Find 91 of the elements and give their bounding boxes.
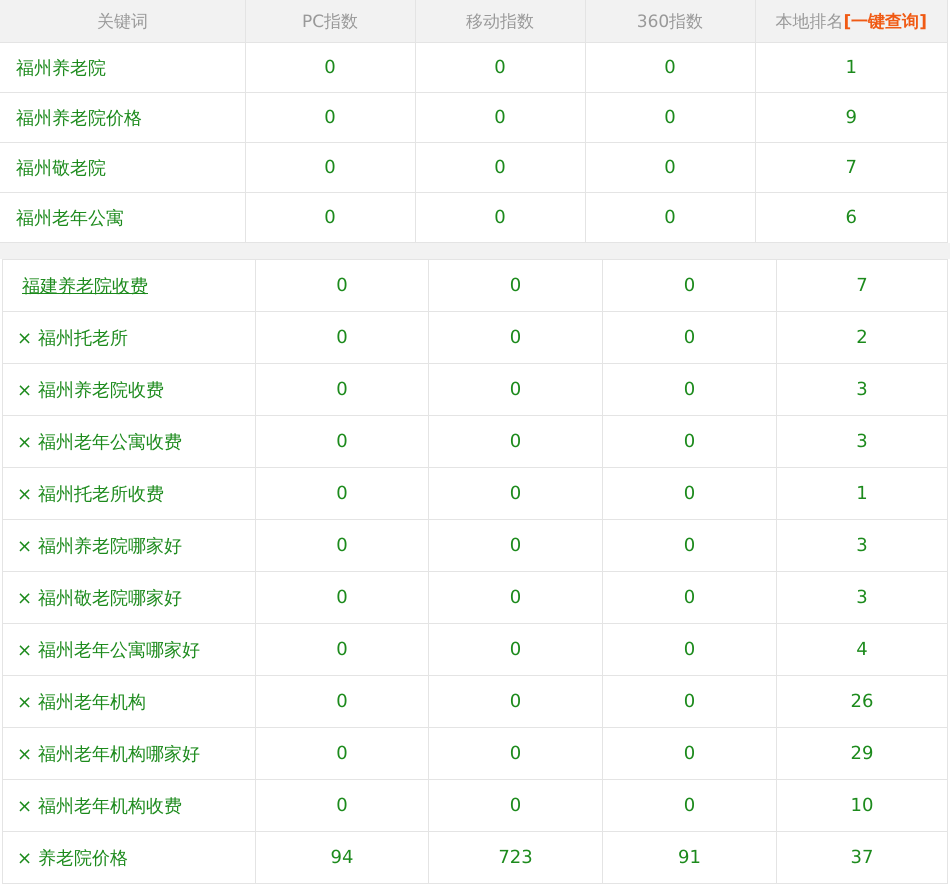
remove-icon[interactable]: ×	[17, 692, 32, 712]
column-header: 本地排名	[775, 12, 844, 32]
keyword-text: 福州托老所收费	[38, 482, 164, 506]
remove-icon[interactable]: ×	[17, 380, 32, 400]
remove-icon[interactable]: ×	[17, 432, 32, 452]
mobile-index-cell: 723	[428, 832, 602, 884]
keyword-text: 福州老年机构哪家好	[38, 742, 200, 766]
360-index-cell: 91	[602, 832, 776, 884]
local-rank-cell: 1	[755, 42, 948, 92]
remove-icon[interactable]: ×	[17, 484, 32, 504]
360-index-cell: 0	[602, 312, 776, 364]
360-index-cell: 0	[602, 780, 776, 832]
mobile-index-cell: 0	[415, 92, 585, 142]
local-rank-cell: 9	[755, 92, 948, 142]
mobile-index-cell: 0	[428, 468, 602, 520]
360-index-cell: 0	[602, 520, 776, 572]
360-index-cell: 0	[602, 364, 776, 416]
pc-index-cell: 0	[256, 728, 428, 780]
pc-index-cell: 0	[256, 676, 428, 728]
remove-icon[interactable]: ×	[17, 640, 32, 660]
keyword-text: 福州托老所	[38, 326, 128, 350]
remove-icon[interactable]: ×	[17, 848, 32, 868]
mobile-index-cell: 0	[428, 416, 602, 468]
keyword-cell: 福州敬老院	[0, 142, 245, 192]
mobile-index-cell: 0	[428, 572, 602, 624]
360-index-cell: 0	[602, 572, 776, 624]
local-rank-cell: 26	[776, 676, 948, 728]
mobile-index-cell: 0	[415, 142, 585, 192]
mobile-index-cell: 0	[428, 312, 602, 364]
remove-icon[interactable]: ×	[17, 588, 32, 608]
local-rank-cell: 3	[776, 520, 948, 572]
360-index-cell: 0	[602, 624, 776, 676]
mobile-index-cell: 0	[428, 624, 602, 676]
pc-index-cell: 0	[256, 520, 428, 572]
keyword-text: 福州养老院哪家好	[38, 534, 182, 558]
remove-icon[interactable]: ×	[17, 328, 32, 348]
mobile-index-cell: 0	[428, 728, 602, 780]
keyword-text: 福州老年机构收费	[38, 794, 182, 818]
360-index-cell: 0	[602, 260, 776, 312]
column-header: 关键词	[0, 0, 245, 42]
pc-index-cell: 0	[256, 572, 428, 624]
pc-index-cell: 0	[256, 312, 428, 364]
360-index-cell: 0	[585, 42, 755, 92]
query-all-link[interactable]: [一键查询]	[843, 12, 928, 32]
column-header: PC指数	[245, 0, 415, 42]
local-rank-cell: 2	[776, 312, 948, 364]
keyword-text: 养老院价格	[38, 846, 128, 870]
keyword-text: 福州养老院收费	[38, 378, 164, 402]
remove-icon[interactable]: ×	[17, 796, 32, 816]
pc-index-cell: 0	[256, 780, 428, 832]
mobile-index-cell: 0	[428, 364, 602, 416]
mobile-index-cell: 0	[428, 260, 602, 312]
360-index-cell: 0	[585, 92, 755, 142]
column-header: 移动指数	[415, 0, 585, 42]
pc-index-cell: 94	[256, 832, 428, 884]
local-rank-cell: 3	[776, 572, 948, 624]
remove-icon[interactable]: ×	[17, 536, 32, 556]
local-rank-cell: 3	[776, 364, 948, 416]
local-rank-cell: 7	[776, 260, 948, 312]
pc-index-cell: 0	[245, 142, 415, 192]
360-index-cell: 0	[602, 468, 776, 520]
keyword-text: 福州老年公寓哪家好	[38, 638, 200, 662]
360-index-cell: 0	[585, 142, 755, 192]
column-header: 360指数	[585, 0, 755, 42]
local-rank-cell: 10	[776, 780, 948, 832]
keyword-text: 福州老年机构	[38, 690, 146, 714]
pc-index-cell: 0	[245, 42, 415, 92]
mobile-index-cell: 0	[428, 676, 602, 728]
local-rank-cell: 4	[776, 624, 948, 676]
360-index-cell: 0	[602, 728, 776, 780]
360-index-cell: 0	[602, 676, 776, 728]
local-rank-cell: 37	[776, 832, 948, 884]
pc-index-cell: 0	[245, 92, 415, 142]
local-rank-cell: 3	[776, 416, 948, 468]
local-rank-cell: 29	[776, 728, 948, 780]
mobile-index-cell: 0	[415, 42, 585, 92]
pc-index-cell: 0	[256, 260, 428, 312]
keyword-cell: 福州养老院价格	[0, 92, 245, 142]
local-rank-cell: 7	[755, 142, 948, 192]
360-index-cell: 0	[602, 416, 776, 468]
mobile-index-cell: 0	[428, 780, 602, 832]
mobile-index-cell: 0	[428, 520, 602, 572]
remove-icon[interactable]: ×	[17, 744, 32, 764]
keyword-text: 福州敬老院哪家好	[38, 586, 182, 610]
keyword-text: 福州老年公寓收费	[38, 430, 182, 454]
pc-index-cell: 0	[256, 468, 428, 520]
pc-index-cell: 0	[256, 624, 428, 676]
keyword-cell: 福州养老院	[0, 42, 245, 92]
local-rank-cell: 1	[776, 468, 948, 520]
pc-index-cell: 0	[256, 364, 428, 416]
pc-index-cell: 0	[256, 416, 428, 468]
